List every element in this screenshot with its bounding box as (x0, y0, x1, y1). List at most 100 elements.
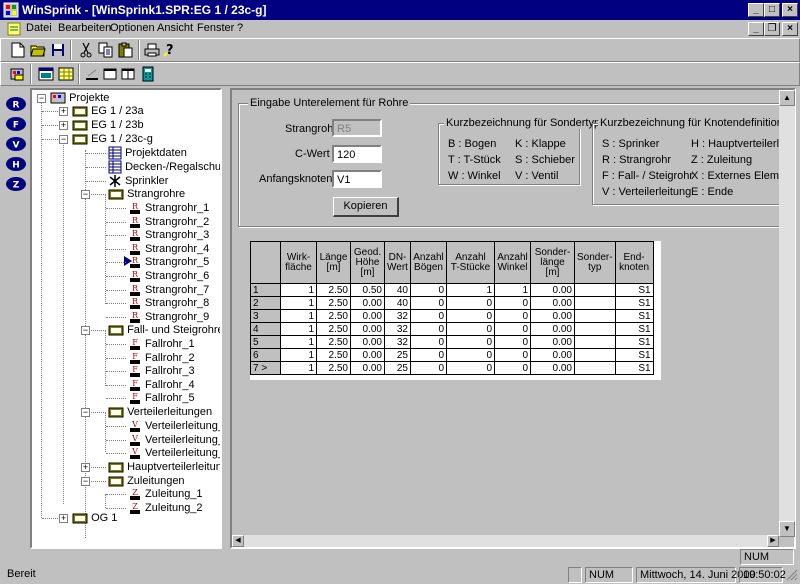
grid-cell[interactable]: 25 (384, 348, 411, 362)
grid-cell[interactable]: 0 (494, 322, 531, 336)
grid-cell[interactable]: S1 (614, 335, 654, 349)
horizontal-scrollbar[interactable]: ◀ ▶ (232, 535, 779, 547)
anfangsknoten-input[interactable]: V1 (332, 170, 382, 188)
grid-column-header[interactable]: Länge [m] (316, 241, 351, 284)
grid-cell[interactable]: 1 (494, 283, 531, 297)
grid-cell[interactable]: 40 (384, 283, 411, 297)
grid-cell[interactable]: 0 (494, 296, 531, 310)
grid-cell[interactable] (574, 335, 616, 349)
grid-cell[interactable]: 2.50 (316, 361, 351, 375)
tree-zuleitung-item[interactable]: Z Zuleitung_1 (128, 487, 203, 501)
scroll-up-icon[interactable]: ▲ (779, 90, 795, 106)
project-tree[interactable]: − Projekte + EG 1 / 23a + EG 1 / 23b − E… (30, 88, 222, 549)
child-close-button[interactable]: × (782, 22, 798, 36)
grid-column-header[interactable]: Sonder-länge [m] (530, 241, 575, 284)
calc-icon[interactable] (138, 64, 158, 84)
grid-cell[interactable]: 0 (494, 309, 531, 323)
table-row[interactable]: 3 1 2.50 0.00 32 0 0 0 0.00 S1 (250, 309, 654, 323)
grid-cell[interactable]: S1 (614, 361, 654, 375)
tree-zuleitungen[interactable]: Zuleitungen (108, 474, 185, 488)
tree-strangrohr-item[interactable]: R Strangrohr_8 (128, 296, 209, 310)
tree-haupt[interactable]: Hauptverteilerleitungen (108, 460, 220, 474)
grid-cell[interactable]: 0.00 (530, 335, 575, 349)
collapse-toggle[interactable]: − (81, 190, 90, 199)
grid-cell[interactable]: 1 (280, 322, 317, 336)
grid-cell[interactable]: 0 (410, 348, 447, 362)
grid-cell[interactable]: S1 (614, 348, 654, 362)
tree-fallrohr-item[interactable]: F Fallrohr_3 (128, 364, 195, 378)
grid-cell[interactable]: 0.00 (350, 309, 385, 323)
tree-fallrohre[interactable]: Fall- und Steigrohre (108, 323, 220, 337)
tree-strangrohr-item[interactable]: R Strangrohr_7 (128, 283, 209, 297)
tree-eg-23a[interactable]: EG 1 / 23a (72, 104, 144, 118)
grid-cell[interactable]: S1 (614, 283, 654, 297)
row-header[interactable]: 7 > (250, 361, 281, 375)
grid-cell[interactable] (574, 283, 616, 297)
grid-cell[interactable]: 32 (384, 322, 411, 336)
expand-toggle[interactable]: + (59, 514, 68, 523)
grid-cell[interactable]: 0 (410, 296, 447, 310)
title-bar[interactable]: WinSprink - [WinSprink1.SPR:EG 1 / 23c-g… (0, 0, 800, 20)
grid-cell[interactable]: 0.00 (350, 296, 385, 310)
pipe-grid[interactable]: Wirk-fläche Länge [m] Geod. Höhe [m] DN- Wert An… (250, 241, 661, 380)
verteiler-tool-icon[interactable]: V (5, 136, 27, 152)
row-header[interactable]: 1 (250, 283, 281, 297)
grid-column-header[interactable]: DN- Wert (384, 241, 411, 284)
scroll-right-icon[interactable]: ▶ (767, 535, 779, 547)
tree-zuleitung-item[interactable]: Z Zuleitung_2 (128, 501, 203, 515)
tree-strangrohr-item[interactable]: R Strangrohr_1 (128, 201, 209, 215)
scroll-down-icon[interactable]: ▼ (779, 521, 795, 537)
tree-fallrohr-item[interactable]: F Fallrohr_1 (128, 337, 195, 351)
child-minimize-button[interactable]: _ (748, 22, 764, 36)
grid-cell[interactable]: 0 (446, 361, 495, 375)
print-icon[interactable] (142, 40, 162, 60)
project-icon[interactable] (8, 64, 28, 84)
expand-toggle[interactable]: + (59, 107, 68, 116)
grid-cell[interactable]: 2.50 (316, 283, 351, 297)
grid-cell[interactable]: 0.00 (530, 361, 575, 375)
vertical-scrollbar[interactable]: ▲ ▼ (779, 90, 795, 537)
grid-cell[interactable]: 0 (446, 309, 495, 323)
fallrohr-tool-icon[interactable]: F (5, 116, 27, 132)
tree-fallrohr-item[interactable]: F Fallrohr_2 (128, 351, 195, 365)
grid-cell[interactable]: S1 (614, 309, 654, 323)
grid-cell[interactable]: 0 (446, 335, 495, 349)
grid-cell[interactable]: 0.00 (350, 335, 385, 349)
grid-cell[interactable]: 0 (494, 335, 531, 349)
grid-cell[interactable]: 32 (384, 335, 411, 349)
grid-cell[interactable]: 0.00 (530, 348, 575, 362)
window-icon[interactable] (36, 64, 56, 84)
grid-cell[interactable]: 1 (280, 283, 317, 297)
menu-optionen[interactable]: Optionen (110, 22, 155, 34)
tree-strangrohr-item[interactable]: R Strangrohr_3 (128, 228, 209, 242)
grid-cell[interactable]: 0.00 (350, 322, 385, 336)
grid-cell[interactable]: 1 (280, 296, 317, 310)
grid-cell[interactable]: 2.50 (316, 348, 351, 362)
haupt-tool-icon[interactable]: H (5, 156, 27, 172)
grid-cell[interactable]: S1 (614, 322, 654, 336)
resize-grip-icon[interactable] (786, 569, 798, 581)
expand-toggle[interactable]: + (81, 463, 90, 472)
minimize-button[interactable]: _ (748, 3, 764, 17)
grid-cell[interactable]: 2.50 (316, 322, 351, 336)
grid-cell[interactable]: 2.50 (316, 335, 351, 349)
grid-cell[interactable]: 0 (410, 283, 447, 297)
grid-cell[interactable]: 0 (494, 348, 531, 362)
grid-cell[interactable]: 0 (446, 296, 495, 310)
tree-fallrohr-item[interactable]: F Fallrohr_5 (128, 391, 195, 405)
tree-strangrohre[interactable]: Strangrohre (108, 187, 185, 201)
row-header[interactable]: 5 (250, 335, 281, 349)
line-icon[interactable] (82, 64, 102, 84)
grid-cell[interactable]: 1 (280, 309, 317, 323)
grid-column-header[interactable]: End-knoten (614, 241, 654, 284)
grid-column-header[interactable]: Wirk-fläche (280, 241, 317, 284)
grid-cell[interactable]: 2.50 (316, 309, 351, 323)
frame-icon[interactable] (100, 64, 120, 84)
open-folder-icon[interactable] (28, 40, 48, 60)
table-row[interactable]: 1 1 2.50 0.50 40 0 1 1 0.00 S1 (250, 283, 654, 297)
grid-cell[interactable]: 0.00 (350, 361, 385, 375)
paste-icon[interactable] (116, 40, 136, 60)
cut-icon[interactable] (76, 40, 96, 60)
tree-strangrohr-item[interactable]: R Strangrohr_9 (128, 310, 209, 324)
tree-verteiler-item[interactable]: V Verteilerleitung_1 (128, 419, 220, 433)
